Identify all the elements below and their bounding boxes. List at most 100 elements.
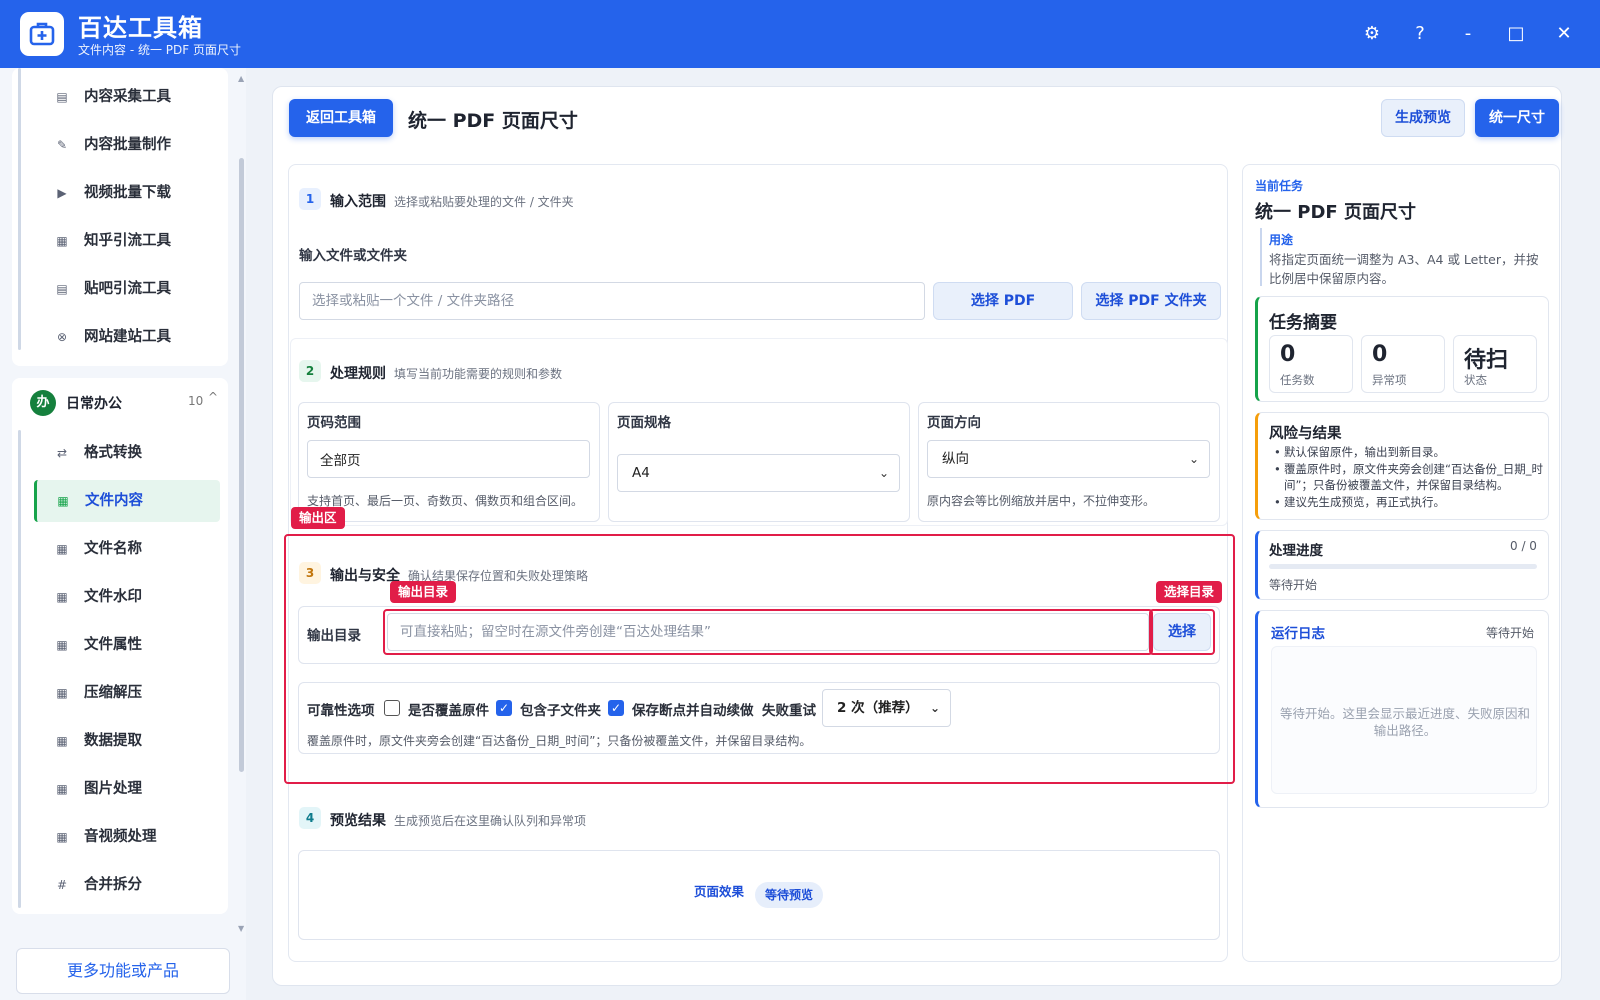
- pencil-icon: ✎: [56, 138, 68, 152]
- output-area-tag: 输出区: [291, 507, 345, 529]
- sidebar-item-file-content[interactable]: ▦ 文件内容: [34, 480, 220, 522]
- page-range-input[interactable]: [307, 440, 590, 478]
- orientation-note: 原内容会等比例缩放并居中，不拉伸变形。: [927, 494, 1156, 508]
- sidebar-item-merge-split[interactable]: # 合并拆分: [36, 864, 218, 906]
- progress-bar: [1269, 564, 1537, 569]
- retry-select[interactable]: 2 次（推荐） ⌄: [822, 689, 951, 727]
- app-name: 百达工具箱: [78, 14, 203, 42]
- sidebar-item-properties[interactable]: ▦ 文件属性: [36, 624, 218, 666]
- step-1-badge: 1: [299, 188, 321, 210]
- toolbox-icon: [29, 22, 55, 46]
- step-3-badge: 3: [299, 562, 321, 584]
- step-2-hint: 填写当前功能需要的规则和参数: [394, 367, 563, 381]
- output-dir-input[interactable]: [387, 613, 1149, 651]
- reliability-note: 覆盖原件时，原文件夹旁会创建“百达备份_日期_时间”；只备份被覆盖文件，并保留目…: [307, 734, 812, 748]
- sidebar-item-tieba[interactable]: ▤ 贴吧引流工具: [36, 268, 218, 310]
- log-status: 等待开始: [1486, 626, 1535, 640]
- grid-icon: ▦: [56, 782, 68, 796]
- page-size-select[interactable]: A4 ⌄: [617, 454, 900, 492]
- group-count: 10: [188, 394, 204, 408]
- sidebar-item-compress[interactable]: ▦ 压缩解压: [36, 672, 218, 714]
- scroll-down-arrow[interactable]: ▼: [238, 924, 244, 933]
- sidebar-item-image[interactable]: ▦ 图片处理: [36, 768, 218, 810]
- resume-label: 保存断点并自动续做: [632, 703, 754, 719]
- progress-status: 等待开始: [1269, 578, 1318, 592]
- step-2-title: 处理规则: [330, 366, 386, 382]
- list-icon: ▤: [56, 282, 68, 296]
- help-icon[interactable]: ?: [1406, 20, 1434, 48]
- grid-icon: ▦: [56, 686, 68, 700]
- sidebar-item-format[interactable]: ⇄ 格式转换: [36, 432, 218, 474]
- sidebar-item-watermark[interactable]: ▦ 文件水印: [36, 576, 218, 618]
- stat-error-count: 0 异常项: [1361, 335, 1445, 393]
- input-field-label: 输入文件或文件夹: [299, 248, 407, 264]
- unify-size-button[interactable]: 统一尺寸: [1475, 99, 1559, 137]
- sidebar-scrollbar[interactable]: ▲ ▼: [238, 74, 244, 934]
- sidebar-item-media[interactable]: ▦ 音视频处理: [36, 816, 218, 858]
- generate-preview-button[interactable]: 生成预览: [1381, 99, 1465, 137]
- back-to-toolbox-button[interactable]: 返回工具箱: [289, 99, 393, 137]
- progress-value: 0 / 0: [1510, 539, 1537, 553]
- app-logo: [20, 12, 64, 56]
- grid-icon: ▦: [56, 638, 68, 652]
- purpose-label: 用途: [1269, 233, 1294, 247]
- retry-label: 失败重试: [762, 703, 816, 719]
- chevron-down-icon: ⌄: [878, 466, 889, 480]
- grid-icon: ▦: [57, 494, 69, 508]
- page-size-label: 页面规格: [617, 415, 671, 431]
- sidebar-item-file-name[interactable]: ▦ 文件名称: [36, 528, 218, 570]
- orientation-select[interactable]: 纵向 ⌄: [927, 440, 1210, 478]
- step-4-title: 预览结果: [330, 813, 386, 829]
- choose-output-button[interactable]: 选择: [1153, 613, 1211, 651]
- page-range-label: 页码范围: [307, 415, 361, 431]
- grid-doc-icon: ▦: [56, 234, 68, 248]
- title-bar: 百达工具箱 文件内容 - 统一 PDF 页面尺寸 ⚙ ? - □ ✕: [0, 0, 1600, 68]
- sidebar-item-extract[interactable]: ▦ 数据提取: [36, 720, 218, 762]
- resume-checkbox[interactable]: ✓: [608, 700, 624, 716]
- close-button[interactable]: ✕: [1550, 20, 1578, 48]
- include-subfolders-label: 包含子文件夹: [520, 703, 601, 719]
- chevron-up-icon: ^: [208, 390, 219, 404]
- app-subtitle: 文件内容 - 统一 PDF 页面尺寸: [78, 43, 241, 57]
- risk-item: 覆盖原件时，原文件夹旁会创建“百达备份_日期_时间”；只备份被覆盖文件，并保留目…: [1274, 461, 1546, 493]
- log-area[interactable]: 等待开始。这里会显示最近进度、失败原因和输出路径。: [1271, 646, 1537, 794]
- swap-icon: ⇄: [56, 446, 68, 460]
- grid-icon: ▦: [56, 830, 68, 844]
- sidebar-item-video-download[interactable]: ▶ 视频批量下载: [36, 172, 218, 214]
- summary-title: 任务摘要: [1269, 313, 1337, 333]
- sidebar-item-website[interactable]: ⊗ 网站建站工具: [36, 316, 218, 358]
- sidebar-item-zhihu[interactable]: ▦ 知乎引流工具: [36, 220, 218, 262]
- overwrite-label: 是否覆盖原件: [408, 703, 489, 719]
- input-path-field[interactable]: [299, 282, 925, 320]
- log-title: 运行日志: [1271, 626, 1325, 642]
- step-1-hint: 选择或粘贴要处理的文件 / 文件夹: [394, 195, 574, 209]
- hash-icon: #: [56, 878, 68, 892]
- output-dir-tag: 输出目录: [390, 581, 457, 603]
- output-dir-label: 输出目录: [307, 628, 361, 644]
- include-subfolders-checkbox[interactable]: ✓: [496, 700, 512, 716]
- minimize-button[interactable]: -: [1454, 20, 1482, 48]
- current-task-title: 统一 PDF 页面尺寸: [1255, 202, 1416, 223]
- stat-task-count: 0 任务数: [1269, 335, 1353, 393]
- risk-title: 风险与结果: [1269, 426, 1342, 442]
- reliability-label: 可靠性选项: [307, 703, 375, 719]
- group-title: 日常办公: [66, 396, 122, 412]
- step-1-title: 输入范围: [330, 194, 386, 210]
- sidebar-group-daily-office[interactable]: 办 日常办公 10 ^: [12, 378, 228, 424]
- step-2-badge: 2: [299, 360, 321, 382]
- step-4-hint: 生成预览后在这里确认队列和异常项: [394, 814, 587, 828]
- sidebar-item-batch-make[interactable]: ✎ 内容批量制作: [36, 124, 218, 166]
- overwrite-checkbox[interactable]: [384, 700, 400, 716]
- more-products-button[interactable]: 更多功能或产品: [16, 948, 230, 994]
- grid-icon: ▦: [56, 542, 68, 556]
- scrollbar-thumb[interactable]: [239, 158, 244, 772]
- scroll-up-arrow[interactable]: ▲: [238, 74, 244, 83]
- select-pdf-button[interactable]: 选择 PDF: [933, 282, 1073, 320]
- purpose-text: 将指定页面统一调整为 A3、A4 或 Letter，并按比例居中保留原内容。: [1269, 252, 1539, 286]
- sidebar-item-content-collect[interactable]: ▤ 内容采集工具: [36, 76, 218, 118]
- gear-icon[interactable]: ⚙: [1358, 20, 1386, 48]
- stat-status: 待扫 状态: [1453, 335, 1537, 393]
- select-pdf-folder-button[interactable]: 选择 PDF 文件夹: [1081, 282, 1221, 320]
- current-task-label: 当前任务: [1255, 179, 1304, 193]
- maximize-button[interactable]: □: [1502, 20, 1530, 48]
